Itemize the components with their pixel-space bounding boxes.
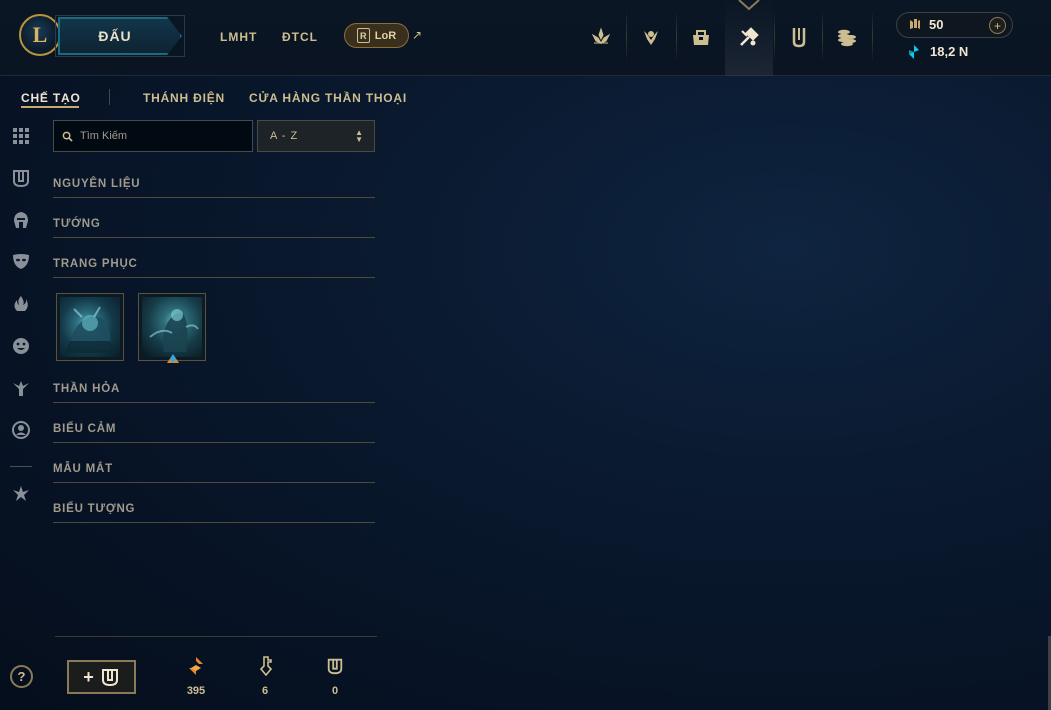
filter-summoner-icon[interactable] bbox=[10, 419, 32, 441]
rail-divider bbox=[10, 466, 32, 467]
category-label: MẪU MẮT bbox=[53, 463, 113, 475]
category-label: NGUYÊN LIỆU bbox=[53, 178, 141, 190]
tab-divider bbox=[109, 89, 110, 105]
nav-divider bbox=[626, 10, 627, 62]
category-label: BIỂU CẢM bbox=[53, 423, 117, 435]
search-icon bbox=[62, 131, 73, 142]
chest-count-icon bbox=[325, 656, 345, 676]
buy-rp-button[interactable]: + bbox=[989, 17, 1006, 34]
nav-link-lmht[interactable]: LMHT bbox=[220, 30, 257, 44]
filter-champion-icon[interactable] bbox=[10, 209, 32, 231]
footer-divider bbox=[55, 636, 377, 637]
tab-sanctum[interactable]: THÁNH ĐIỆN bbox=[143, 91, 225, 105]
store-icon[interactable] bbox=[826, 17, 868, 57]
tab-crafting[interactable]: CHẾ TẠO bbox=[21, 91, 81, 105]
rarity-marker-icon bbox=[167, 354, 179, 363]
orange-essence-count: 395 bbox=[186, 685, 206, 697]
key-fragment-count: 6 bbox=[261, 685, 269, 697]
plus-icon: + bbox=[83, 666, 94, 687]
sort-value: A - Z bbox=[270, 130, 299, 142]
filter-misc-icon[interactable] bbox=[10, 483, 32, 505]
category-materials[interactable]: NGUYÊN LIỆU bbox=[53, 176, 375, 198]
craft-key-button[interactable]: + bbox=[67, 660, 136, 694]
skin-shard-tile[interactable] bbox=[138, 293, 206, 361]
chest-count: 0 bbox=[331, 685, 339, 697]
sort-arrows-icon: ▲ ▼ bbox=[355, 128, 364, 144]
filter-skin-icon[interactable] bbox=[10, 250, 32, 272]
filter-ward-icon[interactable] bbox=[10, 293, 32, 315]
search-field[interactable] bbox=[53, 120, 253, 152]
nav-divider bbox=[676, 10, 677, 62]
filter-eternals-icon[interactable] bbox=[10, 377, 32, 399]
nav-divider bbox=[774, 10, 775, 62]
tab-mythic-shop[interactable]: CỬA HÀNG THẦN THOẠI bbox=[249, 91, 407, 105]
profile-icon[interactable] bbox=[630, 17, 672, 57]
home-icon[interactable] bbox=[580, 17, 622, 57]
loot-icon[interactable] bbox=[728, 17, 770, 57]
category-emotes[interactable]: BIỂU CẢM bbox=[53, 421, 375, 443]
active-caret-icon bbox=[738, 0, 760, 11]
external-link-icon: ↗ bbox=[412, 28, 423, 42]
search-input[interactable] bbox=[80, 130, 240, 142]
skin-shard-art bbox=[60, 297, 120, 357]
skin-shard-tile[interactable] bbox=[56, 293, 124, 361]
skin-shard-art bbox=[142, 297, 202, 357]
category-label: TRANG PHỤC bbox=[53, 258, 138, 270]
filter-chest-icon[interactable] bbox=[10, 167, 32, 189]
key-fragment-icon bbox=[256, 656, 276, 676]
category-skins[interactable]: TRANG PHỤC bbox=[53, 256, 375, 278]
lor-label: LoR bbox=[374, 29, 397, 42]
rp-icon bbox=[910, 19, 920, 29]
chest-icon bbox=[101, 669, 118, 687]
category-label: THẦN HỎA bbox=[53, 383, 121, 395]
lor-button[interactable]: R LoR bbox=[344, 23, 409, 48]
rp-balance: 50 bbox=[929, 17, 944, 32]
play-button[interactable]: ĐẤU bbox=[58, 17, 182, 55]
clash-icon[interactable] bbox=[778, 17, 820, 57]
category-icons[interactable]: BIỂU TƯỢNG bbox=[53, 501, 375, 523]
orange-essence-icon bbox=[186, 656, 206, 676]
nav-divider bbox=[822, 10, 823, 62]
category-label: TƯỚNG bbox=[53, 218, 101, 230]
lor-badge-icon: R bbox=[356, 28, 370, 43]
filter-all-icon[interactable] bbox=[10, 125, 32, 147]
help-button[interactable]: ? bbox=[10, 665, 33, 688]
category-ward-skins[interactable]: MẪU MẮT bbox=[53, 461, 375, 483]
collection-icon[interactable] bbox=[680, 17, 722, 57]
blue-essence-icon bbox=[909, 45, 919, 59]
nav-link-dtcl[interactable]: ĐTCL bbox=[282, 30, 318, 44]
category-eternals[interactable]: THẦN HỎA bbox=[53, 381, 375, 403]
blue-essence-balance: 18,2 N bbox=[930, 44, 969, 59]
sort-dropdown[interactable]: A - Z ▲ ▼ bbox=[257, 120, 375, 152]
tab-active-underline bbox=[21, 106, 79, 108]
category-label: BIỂU TƯỢNG bbox=[53, 503, 136, 515]
nav-divider bbox=[872, 10, 873, 62]
category-champions[interactable]: TƯỚNG bbox=[53, 216, 375, 238]
filter-emote-icon[interactable] bbox=[10, 335, 32, 357]
